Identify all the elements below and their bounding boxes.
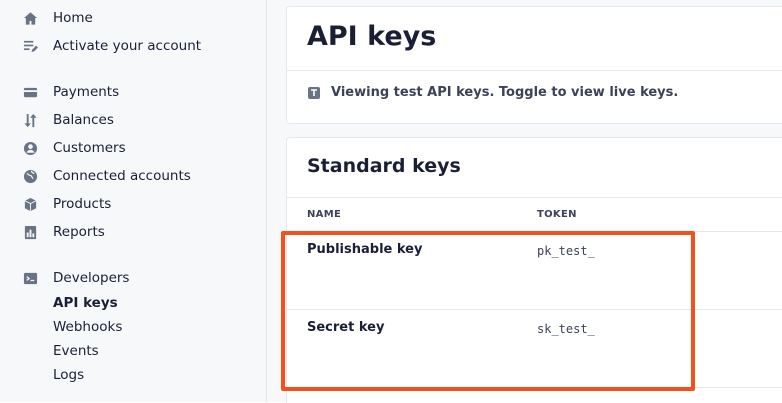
column-header-token: TOKEN xyxy=(537,209,577,220)
notice-text: Viewing test API keys. Toggle to view li… xyxy=(331,85,679,100)
sidebar-item-developers[interactable]: Developers xyxy=(22,266,129,290)
divider xyxy=(287,197,782,198)
customers-icon xyxy=(22,140,38,156)
sidebar-item-label: Reports xyxy=(53,224,105,240)
sidebar-subitem-events[interactable]: Events xyxy=(53,343,99,359)
sidebar-item-connected-accounts[interactable]: Connected accounts xyxy=(22,164,191,188)
sidebar-item-products[interactable]: Products xyxy=(22,192,111,216)
payments-icon xyxy=(22,84,38,100)
sidebar-item-label: Activate your account xyxy=(53,38,202,54)
sidebar: Home Activate your account Payments Bala… xyxy=(0,0,267,402)
sidebar-item-label: Home xyxy=(53,10,93,26)
home-icon xyxy=(22,10,38,26)
box-icon xyxy=(22,196,38,212)
column-header-name: NAME xyxy=(307,209,342,220)
sidebar-subitem-logs[interactable]: Logs xyxy=(53,367,84,383)
sidebar-item-balances[interactable]: Balances xyxy=(22,108,114,132)
api-keys-header-card: API keys Viewing test API keys. Toggle t… xyxy=(286,6,782,124)
sidebar-item-label: Products xyxy=(53,196,112,212)
section-title: Standard keys xyxy=(307,155,461,177)
test-mode-notice: Viewing test API keys. Toggle to view li… xyxy=(307,85,678,100)
sidebar-item-label: Payments xyxy=(53,84,120,100)
sidebar-item-reports[interactable]: Reports xyxy=(22,220,105,244)
sidebar-item-home[interactable]: Home xyxy=(22,6,93,30)
terminal-icon xyxy=(22,270,38,286)
reports-icon xyxy=(22,224,38,240)
page-title: API keys xyxy=(307,21,437,52)
sidebar-item-label: Connected accounts xyxy=(53,168,191,184)
globe-icon xyxy=(22,168,38,184)
sidebar-item-payments[interactable]: Payments xyxy=(22,80,119,104)
sidebar-item-customers[interactable]: Customers xyxy=(22,136,126,160)
balances-icon xyxy=(22,112,38,128)
highlight-box xyxy=(281,231,695,391)
sidebar-item-label: Balances xyxy=(53,112,114,128)
sidebar-item-label: Developers xyxy=(53,270,130,286)
edit-list-icon xyxy=(22,38,38,54)
divider xyxy=(287,70,782,71)
sidebar-item-activate-account[interactable]: Activate your account xyxy=(22,34,201,58)
test-mode-icon xyxy=(307,86,321,100)
sidebar-subitem-api-keys[interactable]: API keys xyxy=(53,295,118,311)
sidebar-subitem-webhooks[interactable]: Webhooks xyxy=(53,319,122,335)
sidebar-item-label: Customers xyxy=(53,140,126,156)
